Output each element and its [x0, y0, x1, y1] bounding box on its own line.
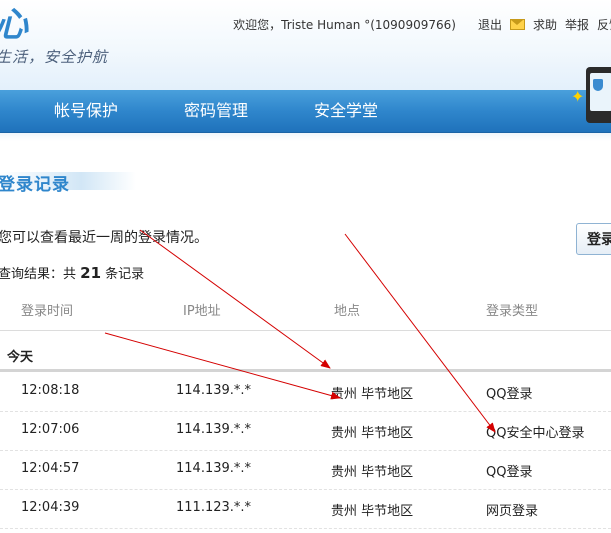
- nav-password-management[interactable]: 密码管理: [184, 90, 248, 132]
- cell-login-type: 网页登录: [486, 504, 539, 519]
- logo: 心: [0, 8, 28, 42]
- annotation-arrow: [139, 229, 331, 369]
- table-row: 12:04:39 111.123.*.* 贵州 毕节地区 网页登录: [0, 489, 611, 529]
- cell-ip: 114.139.*.*: [176, 461, 252, 476]
- group-label-today: 今天: [7, 350, 34, 365]
- cell-login-type: QQ登录: [486, 465, 533, 480]
- cell-login-type: QQ安全中心登录: [486, 426, 585, 441]
- table-row: 12:04:57 114.139.*.* 贵州 毕节地区 QQ登录: [0, 450, 611, 490]
- nav-security-school[interactable]: 安全学堂: [314, 90, 378, 132]
- main-nav: 帐号保护 密码管理 安全学堂: [0, 90, 611, 133]
- result-count: 21: [80, 264, 102, 282]
- table-row: 12:07:06 114.139.*.* 贵州 毕节地区 QQ安全中心登录: [0, 411, 611, 451]
- result-prefix: 查询结果：共: [0, 267, 77, 282]
- cell-login-type: QQ登录: [486, 387, 533, 402]
- login-query-button[interactable]: 登录: [576, 223, 611, 255]
- column-header-ip: IP地址: [183, 304, 221, 319]
- cell-ip: 114.139.*.*: [176, 383, 252, 398]
- column-header-location: 地点: [334, 304, 361, 319]
- slogan: 生活，安全护航: [0, 48, 109, 66]
- cell-time: 12:04:39: [21, 500, 80, 515]
- logout-link[interactable]: 退出: [478, 16, 502, 33]
- cell-time: 12:07:06: [21, 422, 80, 437]
- cell-location: 贵州 毕节地区: [331, 426, 414, 441]
- column-header-type: 登录类型: [486, 304, 539, 319]
- table-row: 12:08:18 114.139.*.* 贵州 毕节地区 QQ登录: [0, 372, 611, 412]
- report-link[interactable]: 举报: [565, 16, 589, 33]
- cell-time: 12:08:18: [21, 383, 80, 398]
- phone-icon: [586, 67, 611, 123]
- cell-location: 贵州 毕节地区: [331, 504, 414, 519]
- cell-location: 贵州 毕节地区: [331, 387, 414, 402]
- result-suffix: 条记录: [105, 267, 145, 282]
- content-divider: [0, 133, 611, 141]
- header-divider: [0, 330, 611, 331]
- mail-icon[interactable]: [509, 19, 525, 30]
- page-description: 您可以查看最近一周的登录情况。: [0, 230, 208, 246]
- feedback-link[interactable]: 反馈: [597, 16, 611, 33]
- result-summary: 查询结果：共 21 条记录: [0, 263, 144, 282]
- page-title: 登录记录: [0, 175, 70, 195]
- user-bar: 欢迎您，Triste Human °(1090909766) 退出 求助 举报 …: [233, 16, 611, 33]
- cell-ip: 111.123.*.*: [176, 500, 252, 515]
- site-header: 心 生活，安全护航 欢迎您，Triste Human °(1090909766)…: [0, 0, 611, 90]
- column-header-time: 登录时间: [21, 304, 74, 319]
- sparkle-icon: ✦: [571, 87, 585, 106]
- cell-ip: 114.139.*.*: [176, 422, 252, 437]
- help-link[interactable]: 求助: [533, 16, 557, 33]
- nav-account-protection[interactable]: 帐号保护: [54, 90, 118, 132]
- cell-time: 12:04:57: [21, 461, 80, 476]
- cell-location: 贵州 毕节地区: [331, 465, 414, 480]
- welcome-text: 欢迎您，Triste Human °(1090909766): [233, 18, 456, 32]
